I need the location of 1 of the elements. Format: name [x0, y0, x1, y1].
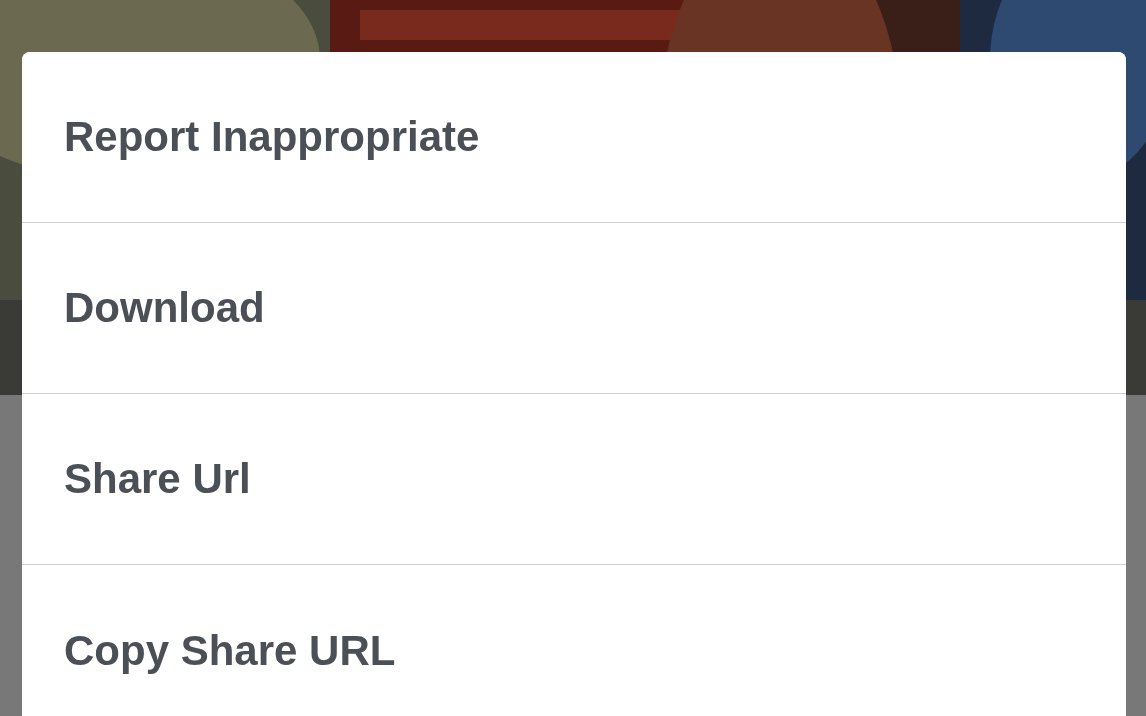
menu-item[interactable]: Report Inappropriate — [22, 52, 1126, 223]
